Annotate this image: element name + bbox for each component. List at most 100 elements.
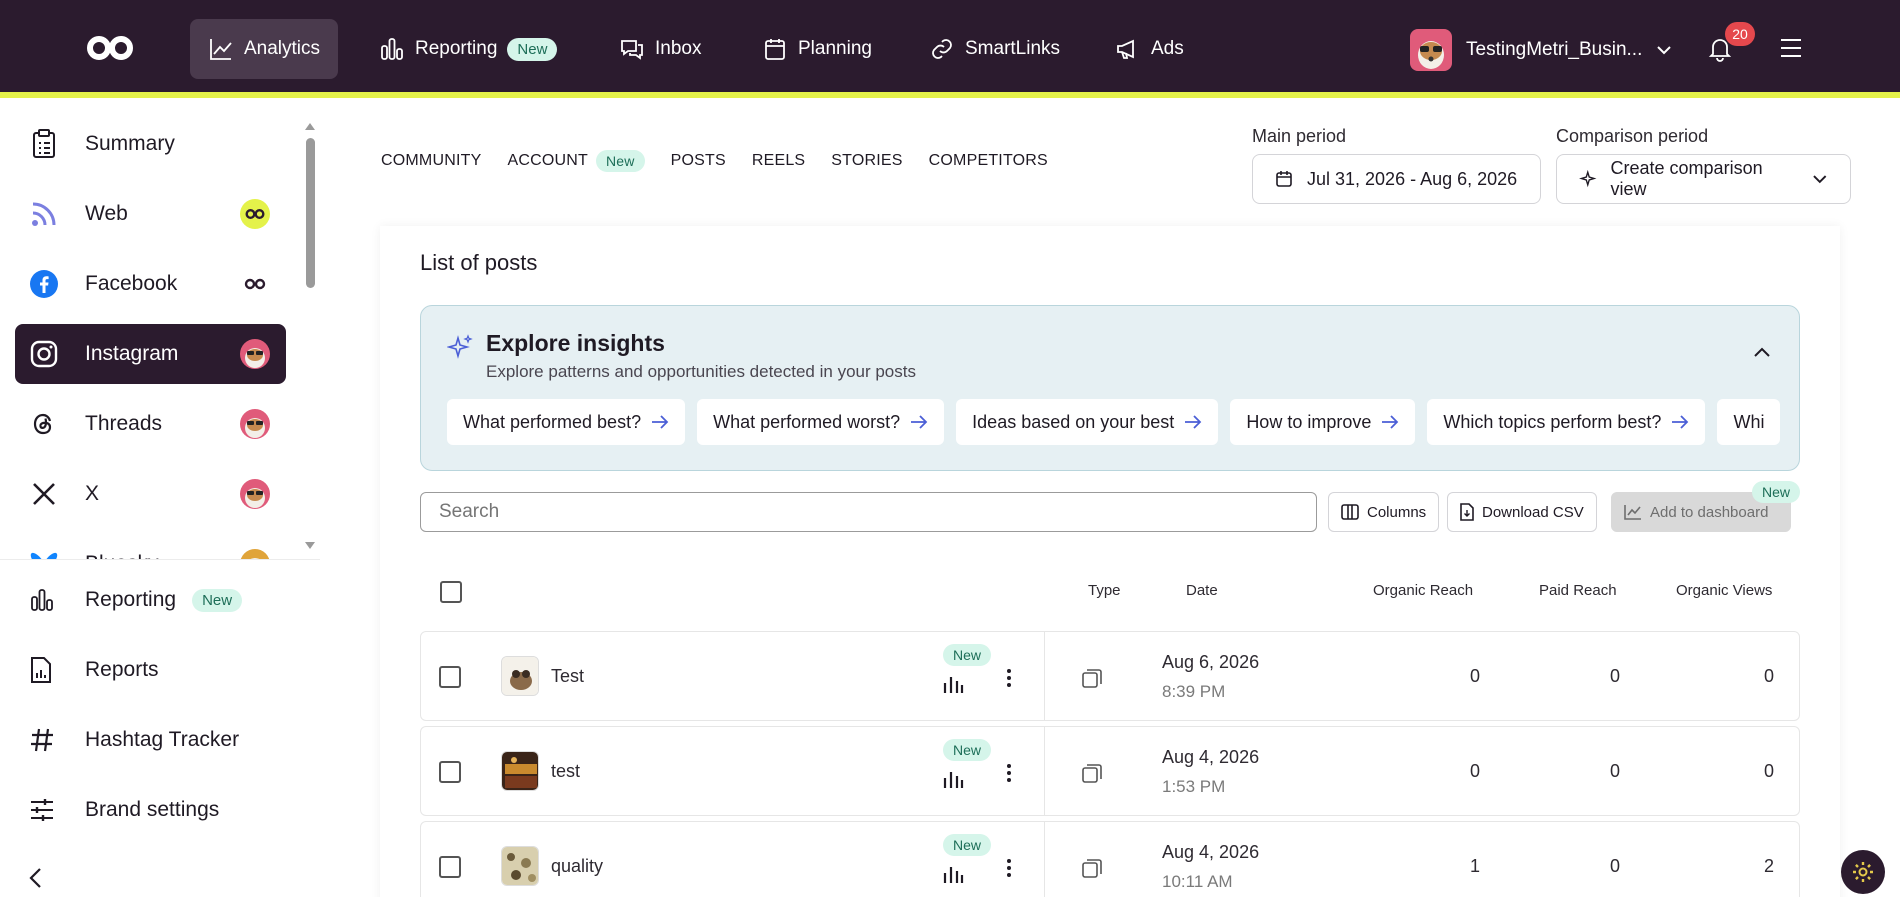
post-thumbnail[interactable] — [501, 656, 539, 696]
more-options-icon[interactable] — [1006, 668, 1012, 688]
nav-ads[interactable]: Ads — [1097, 19, 1202, 79]
carousel-type-icon — [1082, 859, 1102, 878]
row-checkbox[interactable] — [439, 856, 461, 878]
tab-account-label: ACCOUNT — [507, 152, 588, 169]
insights-title: Explore insights — [486, 330, 665, 356]
insight-chip[interactable]: Whi — [1717, 399, 1781, 445]
calendar-icon — [765, 39, 785, 60]
settings-gear-button[interactable] — [1841, 850, 1885, 894]
new-badge: New — [507, 37, 558, 61]
sidebar-item-facebook[interactable]: Facebook — [15, 254, 286, 314]
sidebar-item-web[interactable]: Web — [15, 184, 286, 244]
sidebar-item-label: Hashtag Tracker — [85, 728, 240, 751]
sidebar-item-threads[interactable]: Threads — [15, 394, 286, 454]
column-header-type[interactable]: Type — [1088, 582, 1121, 599]
sidebar-item-hashtag-tracker[interactable]: Hashtag Tracker — [15, 710, 305, 770]
column-header-organic-reach[interactable]: Organic Reach — [1373, 582, 1473, 599]
tab-account[interactable]: ACCOUNT New — [507, 150, 645, 172]
new-badge: New — [943, 739, 992, 761]
table-row[interactable]: test New Aug 4, 2026 1:53 PM 0 0 0 — [420, 726, 1800, 816]
sidebar-item-label: Instagram — [85, 342, 179, 365]
bar-stats-icon[interactable] — [942, 864, 964, 884]
sidebar-item-brand-settings[interactable]: Brand settings — [15, 780, 305, 840]
sidebar-item-x[interactable]: X — [15, 464, 286, 524]
new-badge: New — [595, 150, 645, 172]
nav-planning[interactable]: Planning — [744, 19, 890, 79]
bar-stats-icon[interactable] — [942, 769, 964, 789]
sidebar-item-label: X — [85, 482, 100, 505]
sidebar-item-label: Reporting — [85, 588, 177, 611]
row-checkbox[interactable] — [439, 761, 461, 783]
columns-button[interactable]: Columns — [1328, 492, 1440, 532]
post-date: Aug 4, 2026 — [1162, 747, 1260, 767]
carousel-type-icon — [1082, 764, 1102, 783]
tab-reels[interactable]: REELS — [752, 152, 805, 170]
collapse-sidebar-chevron-left-icon[interactable] — [26, 866, 46, 890]
select-all-checkbox[interactable] — [440, 581, 462, 603]
arrow-right-icon — [652, 415, 669, 429]
insight-chip-label: What performed best? — [463, 411, 642, 432]
table-row[interactable]: quality New Aug 4, 2026 10:11 AM 1 0 2 — [420, 821, 1800, 897]
megaphone-icon — [1117, 39, 1134, 59]
tab-posts[interactable]: POSTS — [671, 152, 726, 170]
account-switcher[interactable]: TestingMetri_Busin... — [1410, 29, 1672, 71]
row-divider — [1044, 822, 1045, 897]
table-row[interactable]: Test New Aug 6, 2026 8:39 PM 0 0 0 — [420, 631, 1800, 721]
insight-chip[interactable]: How to improve — [1230, 399, 1416, 445]
main-period-picker[interactable]: Jul 31, 2026 - Aug 6, 2026 — [1252, 154, 1541, 204]
posts-search-input[interactable] — [420, 492, 1317, 532]
sidebar-item-summary[interactable]: Summary — [15, 114, 286, 174]
arrow-right-icon — [911, 415, 928, 429]
row-checkbox[interactable] — [439, 666, 461, 688]
insight-chip[interactable]: What performed best? — [447, 399, 686, 445]
post-title[interactable]: quality — [551, 856, 603, 877]
sidebar-item-bluesky[interactable]: Bluesky — [15, 534, 286, 559]
row-divider — [1044, 632, 1045, 720]
post-thumbnail[interactable] — [501, 751, 539, 791]
report-file-icon — [29, 656, 59, 684]
sidebar-item-label: Threads — [85, 412, 163, 435]
tab-community[interactable]: COMMUNITY — [381, 152, 481, 170]
more-options-icon[interactable] — [1006, 858, 1012, 878]
main-period-value: Jul 31, 2026 - Aug 6, 2026 — [1307, 168, 1518, 189]
tab-stories[interactable]: STORIES — [831, 152, 902, 170]
post-time: 1:53 PM — [1162, 777, 1226, 796]
menu-icon[interactable] — [1780, 38, 1802, 58]
download-csv-button[interactable]: Download CSV — [1447, 492, 1597, 532]
more-options-icon[interactable] — [1006, 763, 1012, 783]
sidebar-item-reporting[interactable]: Reporting New — [15, 570, 305, 630]
nav-analytics[interactable]: Analytics — [190, 19, 339, 79]
clipboard-icon — [29, 129, 59, 159]
column-header-paid-reach[interactable]: Paid Reach — [1539, 582, 1617, 599]
main-period-label: Main period — [1252, 126, 1347, 146]
sidebar-item-label: Summary — [85, 132, 175, 155]
nav-smartlinks[interactable]: SmartLinks — [911, 19, 1078, 79]
sliders-icon — [29, 798, 59, 822]
nav-inbox[interactable]: Inbox — [601, 19, 719, 79]
post-thumbnail[interactable] — [501, 846, 539, 886]
bar-stats-icon[interactable] — [942, 674, 964, 694]
sidebar-item-instagram[interactable]: Instagram — [15, 324, 286, 384]
insight-chip[interactable]: What performed worst? — [697, 399, 945, 445]
comparison-period-picker[interactable]: Create comparison view — [1556, 154, 1851, 204]
nav-reporting[interactable]: Reporting New — [361, 19, 575, 79]
reporting-icon — [381, 38, 403, 60]
organic-reach-value: 0 — [1469, 761, 1480, 781]
chevron-up-icon[interactable] — [1753, 346, 1771, 358]
column-header-date[interactable]: Date — [1186, 582, 1218, 599]
insight-chip[interactable]: Ideas based on your best — [956, 399, 1219, 445]
column-header-organic-views[interactable]: Organic Views — [1676, 582, 1772, 599]
facebook-icon — [29, 269, 59, 299]
paid-reach-value: 0 — [1609, 856, 1620, 876]
sidebar-scrollbar-thumb[interactable] — [306, 138, 315, 288]
reporting-icon — [29, 587, 59, 613]
explore-insights-panel: Explore insights Explore patterns and op… — [420, 305, 1800, 471]
nav-ads-label: Ads — [1151, 38, 1184, 59]
sidebar-item-reports[interactable]: Reports — [15, 640, 305, 700]
new-badge: New — [1752, 481, 1801, 503]
post-title[interactable]: Test — [551, 666, 584, 687]
insight-chip[interactable]: Which topics perform best? — [1427, 399, 1706, 445]
metricool-logo-icon[interactable] — [86, 34, 134, 62]
post-title[interactable]: test — [551, 761, 580, 782]
tab-competitors[interactable]: COMPETITORS — [929, 152, 1048, 170]
